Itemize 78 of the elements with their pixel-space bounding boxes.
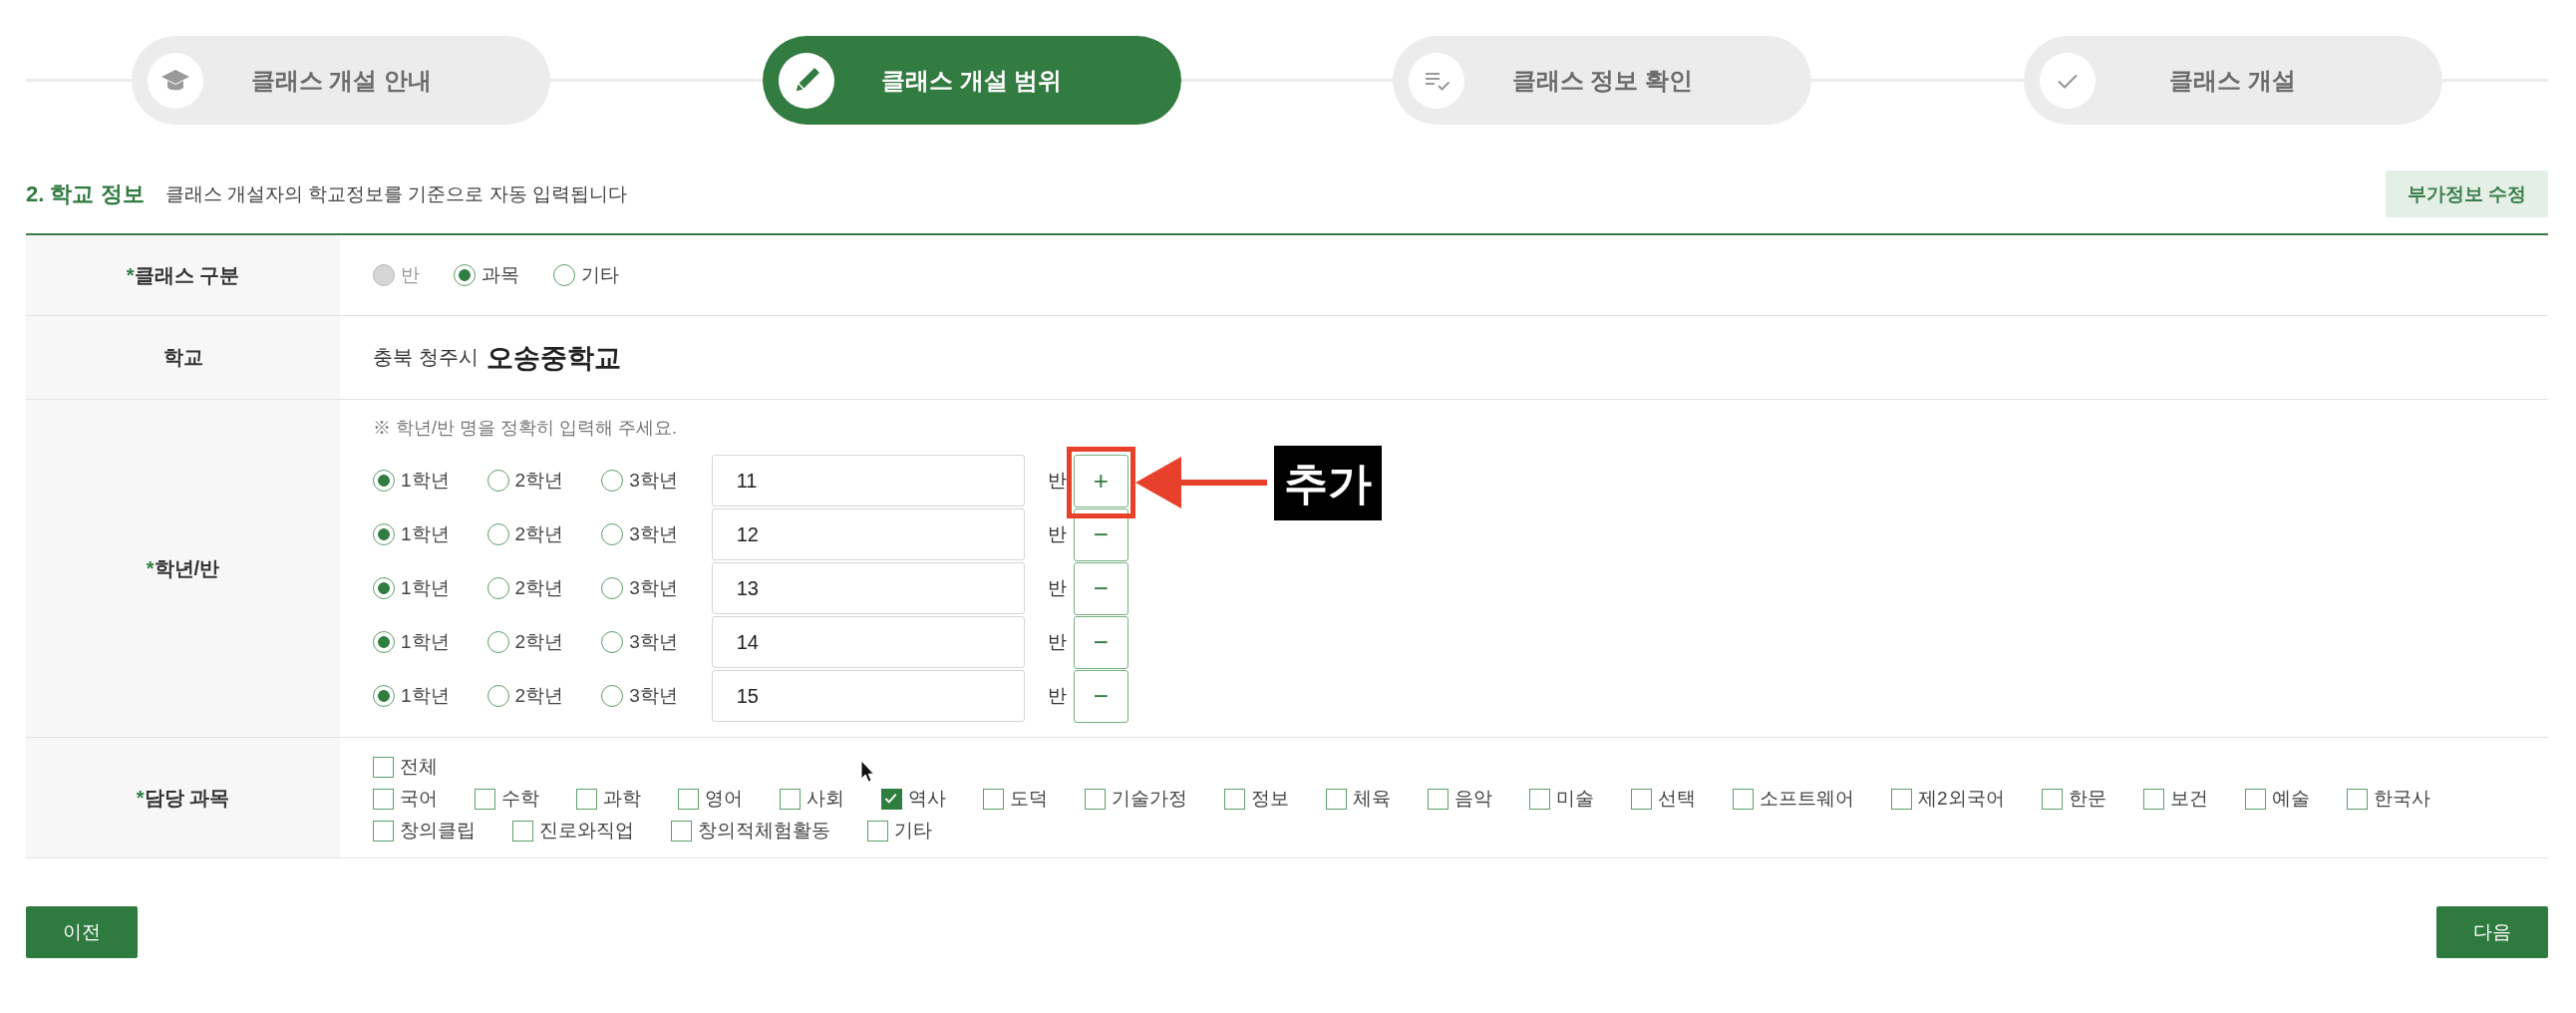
annotation-label: 추가 (1273, 445, 1382, 520)
subject-checkbox[interactable]: 수학 (475, 786, 539, 812)
grade-option[interactable]: 3학년 (601, 521, 678, 547)
section-title: 2. 학교 정보 (26, 179, 145, 208)
subject-checkbox[interactable]: 음악 (1428, 786, 1492, 812)
highlight-frame (1066, 447, 1135, 518)
subject-checkbox[interactable]: 보건 (2142, 786, 2208, 812)
section-description: 클래스 개설자의 학교정보를 기준으로 자동 입력됩니다 (164, 181, 627, 206)
next-button[interactable]: 다음 (2436, 906, 2548, 958)
checkmark-icon (2039, 52, 2095, 109)
grade-option[interactable]: 3학년 (601, 683, 678, 709)
unit-label: 반 (1047, 630, 1067, 654)
grade-option[interactable]: 1학년 (373, 629, 450, 655)
class-input[interactable]: 11 (711, 455, 1025, 506)
field-label: *담당 과목 (136, 785, 230, 811)
edit-info-button[interactable]: 부가정보 수정 (2385, 170, 2548, 217)
subject-checkbox[interactable]: 국어 (373, 786, 438, 812)
row-action-button[interactable]: − (1073, 669, 1128, 723)
pencil-icon (778, 52, 834, 109)
field-label: 학교 (162, 345, 203, 370)
subject-checkbox[interactable]: 역사 (881, 786, 946, 812)
step-label: 클래스 개설 안내 (249, 65, 433, 96)
subject-checkbox[interactable]: 사회 (780, 786, 844, 812)
subject-checkbox[interactable]: 한국사 (2346, 786, 2430, 812)
subject-checkbox[interactable]: 과학 (576, 786, 641, 812)
row-action-button[interactable]: − (1073, 561, 1128, 615)
step-label: 클래스 개설 (2168, 65, 2298, 96)
subject-checkbox[interactable]: 미술 (1529, 786, 1594, 812)
class-input[interactable]: 12 (711, 508, 1025, 560)
step-label: 클래스 정보 확인 (1510, 65, 1694, 96)
field-label: *학년/반 (146, 555, 220, 581)
subject-checkbox[interactable]: 영어 (678, 786, 743, 812)
subject-checkbox[interactable]: 도덕 (983, 786, 1048, 812)
unit-label: 반 (1047, 469, 1067, 493)
instruction-note: ※ 학년/반 명을 정확히 입력해 주세요. (373, 417, 677, 440)
checklist-icon (1409, 52, 1465, 109)
grade-option[interactable]: 1학년 (373, 468, 450, 494)
graduation-cap-icon (148, 52, 204, 109)
radio-option[interactable]: 과목 (454, 262, 519, 288)
subject-checkbox[interactable]: 소프트웨어 (1733, 786, 1854, 812)
unit-label: 반 (1047, 684, 1067, 708)
unit-label: 반 (1047, 576, 1067, 600)
radio-option[interactable]: 기타 (553, 262, 619, 288)
unit-label: 반 (1047, 522, 1067, 546)
subject-checkbox[interactable]: 체육 (1326, 786, 1391, 812)
school-region: 충북 청주시 (373, 345, 479, 370)
row-action-button[interactable]: − (1073, 615, 1128, 669)
grade-option[interactable]: 2학년 (486, 521, 564, 547)
step-label: 클래스 개설 범위 (880, 65, 1064, 96)
subject-checkbox[interactable]: 기술가정 (1085, 786, 1187, 812)
subject-checkbox[interactable]: 전체 (373, 754, 438, 780)
grade-option[interactable]: 2학년 (486, 468, 564, 494)
subject-checkbox[interactable]: 선택 (1631, 786, 1696, 812)
grade-option[interactable]: 1학년 (373, 575, 450, 601)
grade-option[interactable]: 1학년 (373, 521, 450, 547)
subject-checkbox[interactable]: 진로와직업 (512, 818, 634, 844)
school-name: 오송중학교 (485, 341, 621, 375)
grade-option[interactable]: 3학년 (601, 468, 678, 494)
subject-checkbox[interactable]: 창의적체험활동 (671, 818, 830, 844)
subject-checkbox[interactable]: 한문 (2041, 786, 2106, 812)
subject-checkbox[interactable]: 기타 (867, 818, 932, 844)
subject-checkbox[interactable]: 예술 (2244, 786, 2310, 812)
class-input[interactable]: 14 (711, 616, 1025, 668)
grade-option[interactable]: 3학년 (601, 629, 678, 655)
grade-option[interactable]: 3학년 (601, 575, 678, 601)
class-input[interactable]: 13 (711, 562, 1025, 614)
subject-checkbox[interactable]: 정보 (1224, 786, 1289, 812)
class-input[interactable]: 15 (711, 670, 1025, 722)
row-action-button[interactable]: + (1073, 454, 1128, 507)
mouse-pointer-icon (860, 760, 874, 783)
previous-button[interactable]: 이전 (26, 906, 138, 958)
subject-checkbox[interactable]: 제2외국어 (1891, 786, 2005, 812)
grade-option[interactable]: 1학년 (373, 683, 450, 709)
field-label: *클래스 구분 (126, 262, 240, 288)
grade-option[interactable]: 2학년 (486, 575, 564, 601)
subject-checkbox[interactable]: 창의클립 (373, 818, 476, 844)
grade-option[interactable]: 2학년 (486, 683, 564, 709)
grade-option[interactable]: 2학년 (486, 629, 564, 655)
